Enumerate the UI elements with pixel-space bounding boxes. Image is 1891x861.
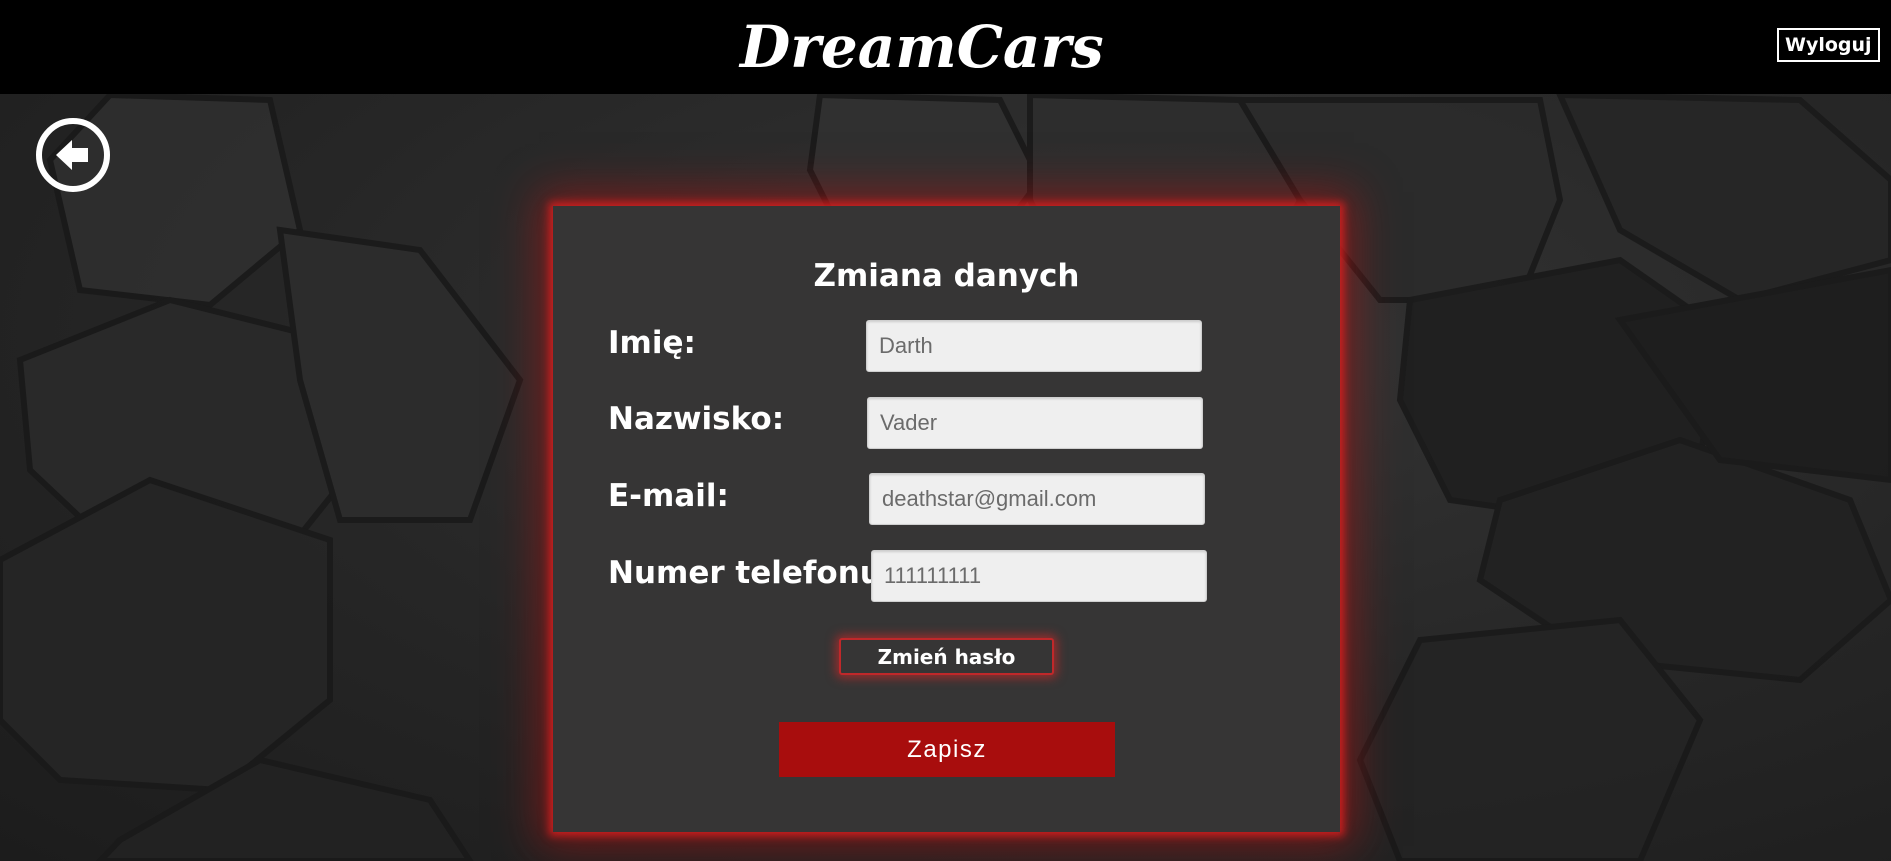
logout-button[interactable]: Wyloguj bbox=[1777, 28, 1880, 62]
form-title: Zmiana danych bbox=[813, 258, 1080, 294]
email-field[interactable] bbox=[869, 473, 1205, 525]
first-name-field[interactable] bbox=[866, 320, 1202, 372]
logo[interactable]: DreamCars bbox=[740, 12, 1104, 82]
last-name-field[interactable] bbox=[867, 397, 1203, 449]
last-name-label: Nazwisko: bbox=[608, 401, 785, 437]
edit-profile-panel: Zmiana danych Imię: Nazwisko: E-mail: Nu… bbox=[553, 206, 1340, 832]
phone-field[interactable] bbox=[871, 550, 1207, 602]
back-arrow-icon bbox=[56, 140, 88, 170]
first-name-label: Imię: bbox=[608, 325, 696, 361]
back-button[interactable] bbox=[36, 118, 110, 192]
email-label: E-mail: bbox=[608, 478, 729, 514]
change-password-button[interactable]: Zmień hasło bbox=[839, 638, 1054, 675]
header-bar: DreamCars Wyloguj bbox=[0, 0, 1891, 94]
phone-label: Numer telefonu: bbox=[608, 555, 895, 591]
save-button[interactable]: Zapisz bbox=[779, 722, 1115, 777]
